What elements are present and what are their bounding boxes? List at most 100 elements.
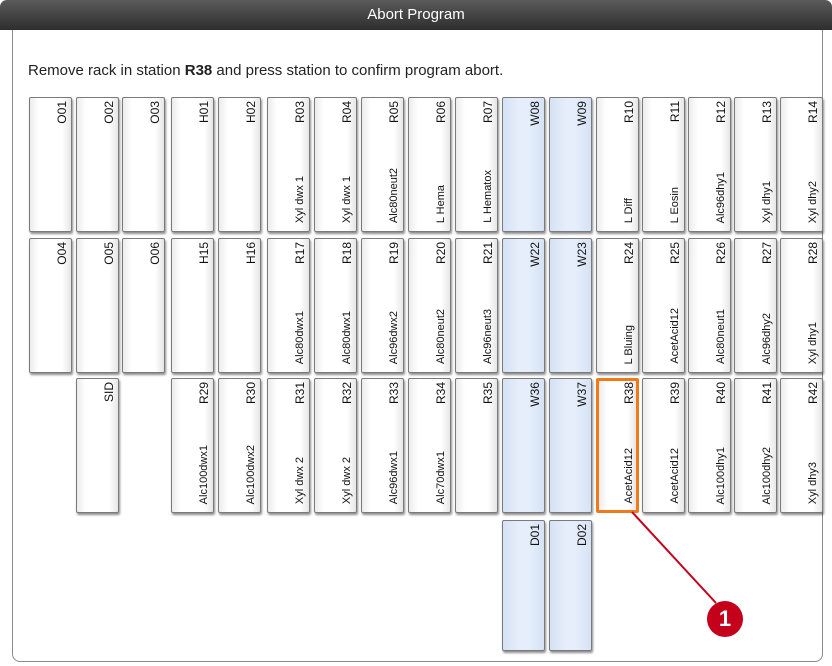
station-reagent-label: Xyl dhy2 bbox=[807, 180, 819, 223]
station-id-label: H02 bbox=[244, 101, 258, 124]
station-reagent-label: Alc96dhy2 bbox=[761, 312, 773, 364]
station-id-label: R06 bbox=[434, 101, 448, 124]
station-id-label: D01 bbox=[528, 524, 542, 547]
station-reagent-label: L Bluing bbox=[623, 324, 635, 364]
station-reagent-label: Alc80dwx1 bbox=[341, 310, 353, 364]
station-id-label: R12 bbox=[714, 101, 728, 124]
station-id-label: R10 bbox=[622, 101, 636, 124]
station-h02[interactable]: H02 bbox=[218, 97, 261, 232]
station-r07[interactable]: R07 L Hematox bbox=[455, 97, 498, 232]
station-id-label: O05 bbox=[102, 242, 116, 265]
station-id-label: H01 bbox=[197, 101, 211, 124]
station-reagent-label: L Hema bbox=[435, 184, 447, 223]
station-r05[interactable]: R05 Alc80neut2 bbox=[361, 97, 404, 232]
station-r39[interactable]: R39 AcetAcid12 bbox=[642, 378, 685, 513]
station-w09[interactable]: W09 bbox=[549, 97, 592, 232]
station-r17[interactable]: R17 Alc80dwx1 bbox=[267, 238, 310, 373]
station-reagent-label: L Eosin bbox=[669, 186, 681, 223]
station-r31[interactable]: R31 Xyl dwx 2 bbox=[267, 378, 310, 513]
station-r40[interactable]: R40 Alc100dhy1 bbox=[688, 378, 731, 513]
station-w08[interactable]: W08 bbox=[502, 97, 545, 232]
station-reagent-label: Alc100dhy2 bbox=[761, 446, 773, 505]
station-id-label: H15 bbox=[197, 242, 211, 265]
station-w37[interactable]: W37 bbox=[549, 378, 592, 513]
station-reagent-label: AcetAcid12 bbox=[623, 448, 635, 504]
station-r25[interactable]: R25 AcetAcid12 bbox=[642, 238, 685, 373]
station-id-label: R39 bbox=[668, 382, 682, 405]
station-id-label: W22 bbox=[528, 242, 542, 267]
station-id-label: R34 bbox=[434, 382, 448, 405]
station-id-label: R21 bbox=[481, 242, 495, 265]
station-r26[interactable]: R26 Alc80neut1 bbox=[688, 238, 731, 373]
station-id-label: R38 bbox=[622, 382, 636, 405]
station-r27[interactable]: R27 Alc96dhy2 bbox=[734, 238, 777, 373]
station-o03[interactable]: O03 bbox=[122, 97, 165, 232]
station-id-label: R17 bbox=[293, 242, 307, 265]
station-o04[interactable]: O04 bbox=[29, 238, 72, 373]
station-r20[interactable]: R20 Alc80neut2 bbox=[408, 238, 451, 373]
station-reagent-label: Alc80dwx1 bbox=[294, 310, 306, 364]
station-id-label: R03 bbox=[293, 101, 307, 124]
station-r06[interactable]: R06 L Hema bbox=[408, 97, 451, 232]
instruction-text: Remove rack in station R38 and press sta… bbox=[28, 62, 504, 79]
station-o06[interactable]: O06 bbox=[122, 238, 165, 373]
station-reagent-label: Alc100dwx1 bbox=[198, 444, 210, 504]
station-r41[interactable]: R41 Alc100dhy2 bbox=[734, 378, 777, 513]
station-r34[interactable]: R34 Alc70dwx1 bbox=[408, 378, 451, 513]
station-r24[interactable]: R24 L Bluing bbox=[596, 238, 639, 373]
station-reagent-label: L Diff bbox=[623, 197, 635, 223]
station-id-label: R31 bbox=[293, 382, 307, 405]
station-r04[interactable]: R04 Xyl dwx 1 bbox=[314, 97, 357, 232]
station-id-label: H16 bbox=[244, 242, 258, 265]
station-id-label: R35 bbox=[481, 382, 495, 405]
station-r42[interactable]: R42 Xyl dhy3 bbox=[780, 378, 823, 513]
dialog-title: Abort Program bbox=[367, 6, 465, 23]
station-o01[interactable]: O01 bbox=[29, 97, 72, 232]
station-r10[interactable]: R10 L Diff bbox=[596, 97, 639, 232]
station-r13[interactable]: R13 Xyl dhy1 bbox=[734, 97, 777, 232]
station-id-label: W08 bbox=[528, 101, 542, 126]
station-sid[interactable]: SID bbox=[76, 378, 119, 513]
station-h16[interactable]: H16 bbox=[218, 238, 261, 373]
station-r35[interactable]: R35 bbox=[455, 378, 498, 513]
station-id-label: R40 bbox=[714, 382, 728, 405]
station-r21[interactable]: R21 Alc96neut3 bbox=[455, 238, 498, 373]
station-r12[interactable]: R12 Alc96dhy1 bbox=[688, 97, 731, 232]
station-r28[interactable]: R28 Xyl dhy1 bbox=[780, 238, 823, 373]
station-id-label: W36 bbox=[528, 382, 542, 407]
station-r32[interactable]: R32 Xyl dwx 2 bbox=[314, 378, 357, 513]
station-id-label: R33 bbox=[387, 382, 401, 405]
station-r38[interactable]: R38 AcetAcid12 bbox=[596, 378, 639, 513]
station-r30[interactable]: R30 Alc100dwx2 bbox=[218, 378, 261, 513]
station-h15[interactable]: H15 bbox=[171, 238, 214, 373]
station-r18[interactable]: R18 Alc80dwx1 bbox=[314, 238, 357, 373]
station-w22[interactable]: W22 bbox=[502, 238, 545, 373]
station-id-label: R32 bbox=[340, 382, 354, 405]
station-o02[interactable]: O02 bbox=[76, 97, 119, 232]
station-id-label: D02 bbox=[575, 524, 589, 547]
station-reagent-label: AcetAcid12 bbox=[669, 448, 681, 504]
station-id-label: R26 bbox=[714, 242, 728, 265]
station-id-label: W23 bbox=[575, 242, 589, 267]
station-reagent-label: Alc100dhy1 bbox=[715, 446, 727, 505]
station-w36[interactable]: W36 bbox=[502, 378, 545, 513]
station-w23[interactable]: W23 bbox=[549, 238, 592, 373]
station-reagent-label: Xyl dwx 1 bbox=[341, 175, 353, 223]
station-r14[interactable]: R14 Xyl dhy2 bbox=[780, 97, 823, 232]
station-r11[interactable]: R11 L Eosin bbox=[642, 97, 685, 232]
title-bar: Abort Program bbox=[0, 0, 832, 30]
station-id-label: R41 bbox=[760, 382, 774, 405]
station-d01[interactable]: D01 bbox=[502, 520, 545, 651]
station-h01[interactable]: H01 bbox=[171, 97, 214, 232]
station-reagent-label: Xyl dhy1 bbox=[807, 321, 819, 364]
station-d02[interactable]: D02 bbox=[549, 520, 592, 651]
station-reagent-label: Xyl dwx 2 bbox=[294, 456, 306, 504]
station-o05[interactable]: O05 bbox=[76, 238, 119, 373]
station-reagent-label: Xyl dhy3 bbox=[807, 461, 819, 504]
station-r19[interactable]: R19 Alc96dwx2 bbox=[361, 238, 404, 373]
station-r33[interactable]: R33 Alc96dwx1 bbox=[361, 378, 404, 513]
station-r03[interactable]: R03 Xyl dwx 1 bbox=[267, 97, 310, 232]
station-r29[interactable]: R29 Alc100dwx1 bbox=[171, 378, 214, 513]
callout-badge: 1 bbox=[707, 601, 743, 637]
station-reagent-label: Xyl dwx 2 bbox=[341, 456, 353, 504]
